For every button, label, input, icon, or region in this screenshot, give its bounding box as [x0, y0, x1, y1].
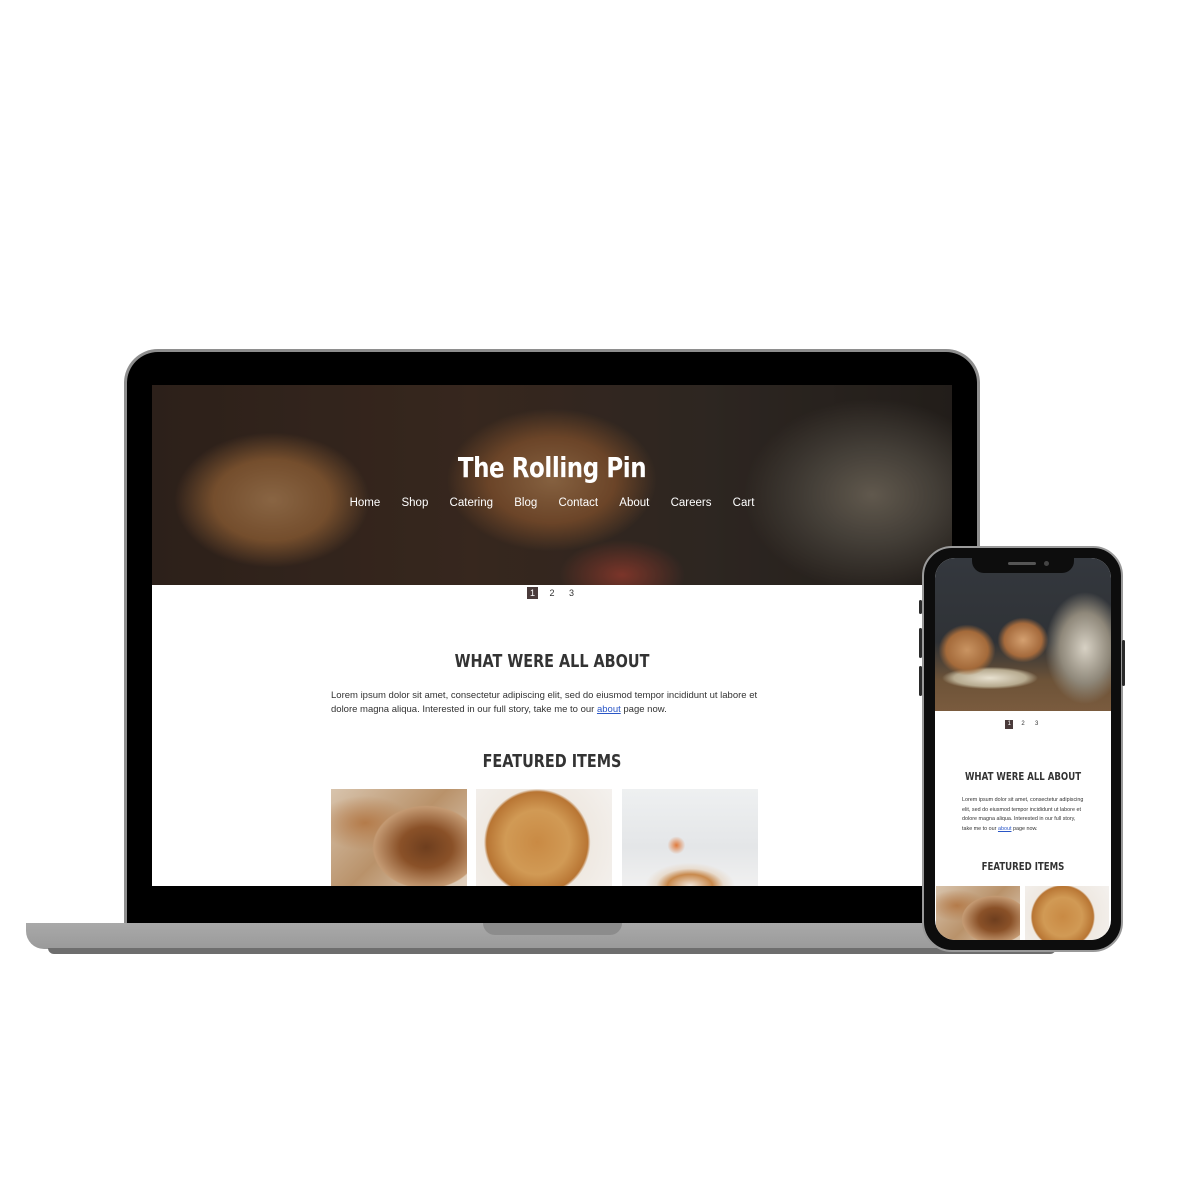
- featured-item-pie[interactable]: [476, 789, 612, 886]
- site-title[interactable]: The Rolling Pin: [224, 451, 880, 484]
- phone-featured-heading: FEATURED ITEMS: [981, 860, 1065, 873]
- laptop-base-shadow: [48, 948, 1056, 954]
- phone-power-button: [1122, 640, 1125, 686]
- slider-page-3[interactable]: 3: [566, 587, 577, 599]
- phone-featured-item-pie[interactable]: [1025, 886, 1109, 940]
- slider-page-1[interactable]: 1: [526, 587, 538, 599]
- phone-volume-up: [919, 628, 922, 658]
- about-text-start: Lorem ipsum dolor sit amet, consectetur …: [331, 690, 758, 715]
- featured-item-tart[interactable]: [622, 789, 758, 886]
- phone-slider-page-3[interactable]: 3: [1033, 720, 1041, 729]
- phone-about-text-end: page now.: [1011, 825, 1038, 832]
- phone-slider-page-2[interactable]: 2: [1019, 720, 1027, 729]
- phone-featured-item-bread[interactable]: [936, 886, 1020, 940]
- hero-overlay: [152, 385, 952, 585]
- nav-catering[interactable]: Catering: [450, 497, 493, 509]
- slider-pagination: 1 2 3: [152, 587, 952, 599]
- phone-screen: 1 2 3 WHAT WERE ALL ABOUT Lorem ipsum do…: [935, 558, 1111, 940]
- nav-careers[interactable]: Careers: [671, 497, 712, 509]
- phone-slider-page-1[interactable]: 1: [1005, 720, 1014, 729]
- phone-slider-pagination: 1 2 3: [935, 720, 1111, 729]
- nav-contact[interactable]: Contact: [558, 497, 598, 509]
- nav-about[interactable]: About: [619, 497, 649, 509]
- about-paragraph: Lorem ipsum dolor sit amet, consectetur …: [331, 689, 761, 717]
- nav-home[interactable]: Home: [350, 497, 381, 509]
- phone-about-link[interactable]: about: [998, 826, 1012, 832]
- slider-page-2[interactable]: 2: [547, 587, 558, 599]
- phone-about-paragraph: Lorem ipsum dolor sit amet, consectetur …: [962, 796, 1084, 834]
- laptop-notch: [483, 923, 622, 935]
- main-nav: Home Shop Catering Blog Contact About Ca…: [152, 497, 952, 509]
- hero-banner: The Rolling Pin Home Shop Catering Blog …: [152, 385, 952, 585]
- phone-camera: [1044, 561, 1049, 566]
- phone-hero-banner: [935, 558, 1111, 711]
- about-link[interactable]: about: [597, 704, 621, 715]
- featured-heading: FEATURED ITEMS: [482, 751, 622, 772]
- nav-cart[interactable]: Cart: [733, 497, 755, 509]
- featured-item-bread[interactable]: [331, 789, 467, 886]
- phone-about-heading: WHAT WERE ALL ABOUT: [964, 770, 1082, 783]
- phone-speaker: [1008, 562, 1036, 565]
- nav-shop[interactable]: Shop: [401, 497, 428, 509]
- about-text-end: page now.: [620, 704, 667, 715]
- nav-blog[interactable]: Blog: [514, 497, 537, 509]
- about-heading: WHAT WERE ALL ABOUT: [454, 651, 650, 672]
- laptop-screen: The Rolling Pin Home Shop Catering Blog …: [152, 385, 952, 886]
- phone-mute-switch: [919, 600, 922, 614]
- phone-volume-down: [919, 666, 922, 696]
